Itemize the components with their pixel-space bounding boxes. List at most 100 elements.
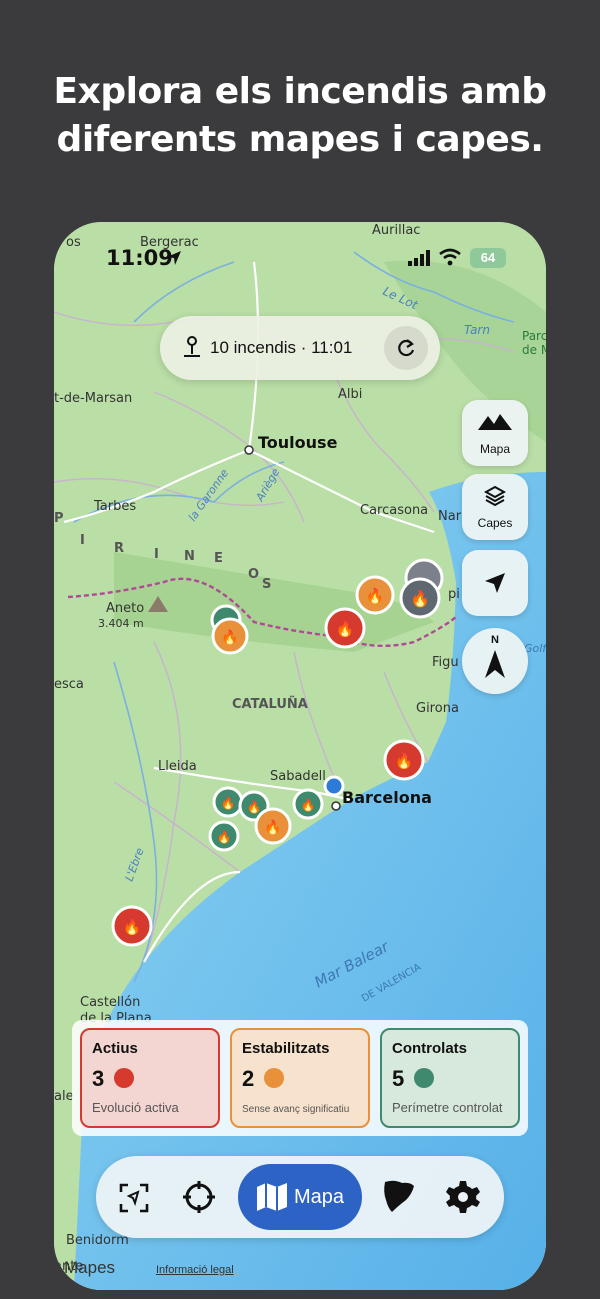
catalonia-shape-icon[interactable] — [382, 1178, 416, 1214]
map-label-aneto-alt: 3.404 m — [98, 617, 144, 630]
svg-text:🔥: 🔥 — [410, 589, 430, 608]
map-label-benidorm: Benidorm — [66, 1233, 129, 1248]
phone-screen: Bergerac Aurillac Le Lot Tarn Parc de M … — [54, 222, 546, 1290]
map-label-r: R — [114, 541, 124, 556]
status-time: 11:09 — [106, 246, 173, 270]
map-label-p: P — [54, 511, 64, 526]
map-label-barcelona: Barcelona — [342, 788, 432, 807]
map-label-nar: Nar — [438, 509, 462, 524]
map-label-i: I — [80, 533, 85, 548]
map-label-sabadell: Sabadell — [270, 769, 326, 784]
fire-marker[interactable]: 🔥 — [208, 820, 240, 852]
svg-text:🔥: 🔥 — [123, 918, 142, 936]
legal-info-link[interactable]: Informació legal — [156, 1264, 234, 1276]
svg-text:🔥: 🔥 — [336, 620, 355, 638]
map-label-marsan: t-de-Marsan — [54, 391, 132, 406]
fire-marker[interactable]: 🔥 — [254, 807, 292, 845]
map-style-label: Mapa — [479, 442, 511, 456]
card-active-title: Actius — [92, 1040, 138, 1057]
refresh-icon — [398, 339, 415, 357]
status-bar: 11:09 64 — [54, 222, 546, 292]
map-label-girona: Girona — [416, 701, 459, 716]
battery-indicator: 64 — [470, 248, 506, 268]
svg-text:🔥: 🔥 — [221, 629, 238, 646]
scan-icon[interactable] — [118, 1182, 150, 1214]
card-controlled-title: Controlats — [392, 1040, 467, 1057]
svg-text:🔥: 🔥 — [247, 800, 262, 814]
fire-marker[interactable]: 🔥 — [399, 577, 441, 619]
map-label-esca: esca — [54, 677, 84, 692]
map-label-lleida: Lleida — [158, 759, 197, 774]
fire-marker[interactable]: 🔥 — [211, 617, 249, 655]
card-active-desc: Evolució activa — [92, 1100, 179, 1115]
card-active[interactable]: Actius 3 Evolució activa — [80, 1028, 220, 1128]
location-arrow-icon — [485, 573, 505, 593]
map-label-pi: pi — [448, 587, 460, 602]
svg-text:🔥: 🔥 — [264, 819, 281, 836]
fire-marker[interactable]: 🔥 — [292, 788, 324, 820]
map-label-figu: Figu — [432, 655, 459, 670]
city-dot-toulouse — [244, 445, 254, 455]
map-label-e: E — [214, 551, 223, 566]
map-label-n: N — [184, 549, 195, 564]
nav-map-label: Mapa — [294, 1186, 345, 1208]
map-label-carcasona: Carcasona — [360, 503, 428, 518]
fire-marker[interactable]: 🔥 — [324, 607, 366, 649]
gear-icon[interactable] — [446, 1180, 480, 1214]
bottom-navigation: Mapa — [96, 1156, 504, 1238]
nav-map-button[interactable]: Mapa — [238, 1164, 362, 1230]
map-label-albi: Albi — [338, 387, 362, 402]
fire-marker[interactable]: 🔥 — [111, 905, 153, 947]
map-label-i2: I — [154, 547, 159, 562]
card-controlled[interactable]: Controlats 5 Perímetre controlat — [380, 1028, 520, 1128]
headline: Explora els incendis amb diferents mapes… — [0, 68, 600, 164]
map-label-toulouse: Toulouse — [258, 433, 338, 452]
wifi-icon — [439, 248, 461, 266]
layers-label: Capes — [477, 516, 513, 530]
compass-icon — [485, 650, 505, 678]
headline-line-1: Explora els incendis amb — [53, 71, 547, 112]
headline-line-2: diferents mapes i capes. — [56, 119, 544, 160]
flame-icon — [414, 1068, 434, 1088]
layers-icon — [483, 485, 507, 507]
svg-text:🔥: 🔥 — [217, 830, 232, 844]
fires-count-time: 10 incendis · 11:01 — [210, 338, 353, 357]
locate-me-button[interactable] — [462, 550, 528, 616]
map-label-castellon: Castellón — [80, 995, 140, 1010]
card-active-count: 3 — [92, 1066, 105, 1091]
fire-marker[interactable]: 🔥 — [355, 575, 395, 615]
map-style-button[interactable]: Mapa — [462, 400, 528, 466]
crosshair-icon[interactable] — [182, 1180, 216, 1214]
mountains-icon — [478, 414, 512, 430]
refresh-button[interactable] — [384, 326, 428, 370]
cellular-signal-icon — [408, 250, 430, 266]
map-label-aneto: Aneto — [106, 601, 144, 616]
svg-text:🔥: 🔥 — [366, 587, 385, 605]
card-stabilized-desc: Sense avanç significatiu — [242, 1104, 350, 1115]
card-stabilized-count: 2 — [242, 1066, 255, 1091]
card-controlled-desc: Perímetre controlat — [392, 1100, 503, 1115]
layers-button[interactable]: Capes — [462, 474, 528, 540]
svg-text:🔥: 🔥 — [395, 752, 414, 770]
maps-attribution: Mapes — [64, 1258, 116, 1277]
map-label-tarbes: Tarbes — [93, 499, 136, 514]
fire-marker[interactable]: 🔥 — [212, 786, 244, 818]
map-label-tarn: Tarn — [464, 323, 490, 337]
fires-summary-pill[interactable]: 10 incendis · 11:01 — [160, 316, 440, 380]
fire-marker[interactable]: 🔥 — [383, 739, 425, 781]
map-label-s: S — [262, 577, 271, 592]
compass-button[interactable]: N — [462, 628, 528, 694]
map-label-o: O — [248, 567, 259, 582]
map-icon — [257, 1183, 287, 1211]
flame-icon — [264, 1068, 284, 1088]
location-services-icon — [167, 251, 181, 265]
map-label-ale: ale — [54, 1089, 74, 1104]
map-label-de-m: de M — [522, 343, 546, 357]
svg-text:🔥: 🔥 — [221, 796, 236, 810]
card-stabilized-title: Estabilitzats — [242, 1040, 330, 1057]
route-pin-icon — [184, 336, 200, 357]
compass-north-label: N — [491, 634, 499, 646]
city-dot-barcelona — [331, 801, 341, 811]
svg-text:🔥: 🔥 — [301, 798, 316, 812]
card-stabilized[interactable]: Estabilitzats 2 Sense avanç significatiu — [230, 1028, 370, 1128]
